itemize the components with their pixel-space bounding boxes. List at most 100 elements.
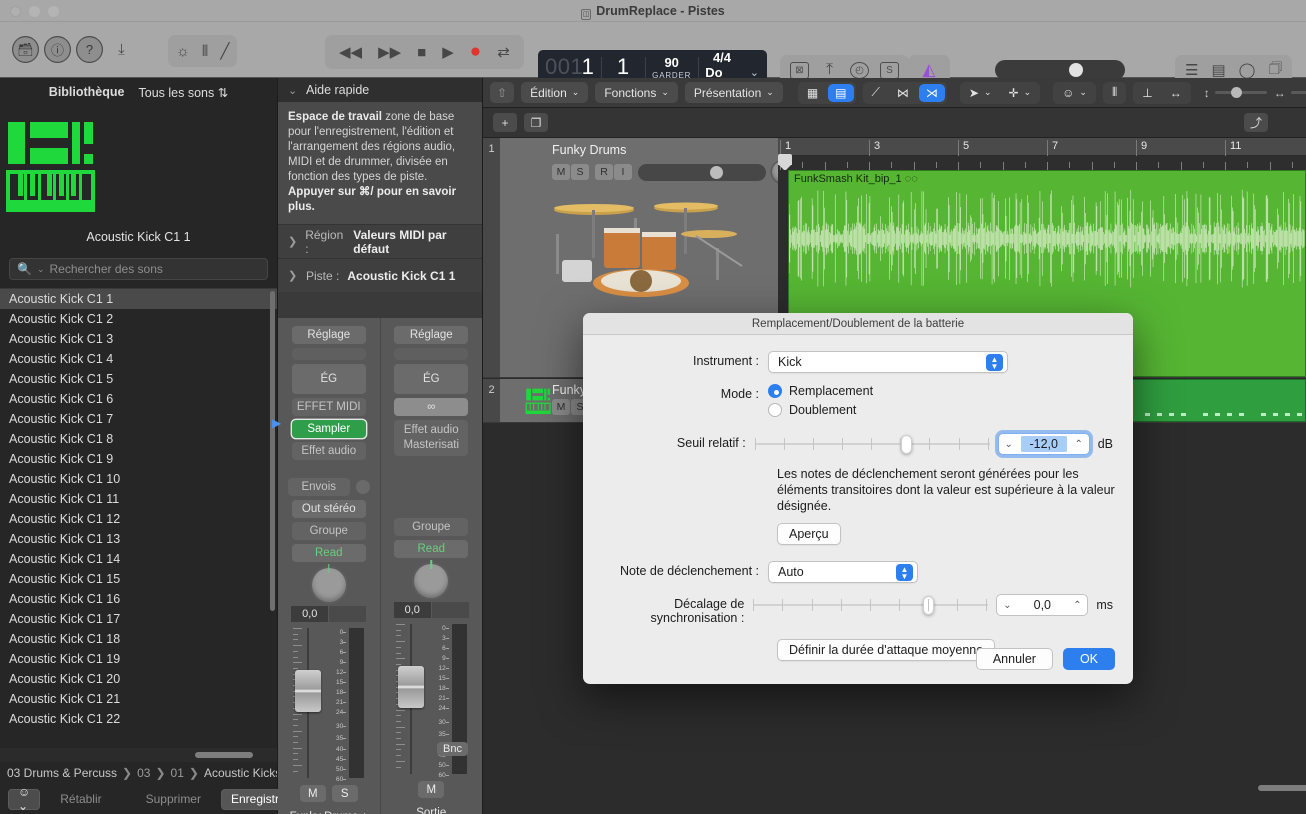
list-item[interactable]: Acoustic Kick C1 15: [0, 569, 277, 589]
slider-thumb[interactable]: [710, 165, 723, 179]
sync-offset-stepper[interactable]: ⌄ 0,0 ⌃: [996, 594, 1089, 616]
pan-knob[interactable]: [414, 564, 449, 598]
output-slot[interactable]: Out stéréo: [291, 500, 366, 518]
average-attack-button[interactable]: Définir la durée d'attaque moyenne: [777, 639, 996, 661]
automation-icon[interactable]: ⟋: [865, 84, 887, 102]
instrument-slot[interactable]: Sampler: [291, 420, 366, 438]
list-item[interactable]: Acoustic Kick C1 16: [0, 589, 277, 609]
master-volume-slider[interactable]: [995, 60, 1125, 80]
chevron-right-icon[interactable]: ❯: [288, 269, 298, 282]
mute-button[interactable]: M: [418, 781, 445, 798]
count-in-icon[interactable]: ⊠: [790, 61, 809, 79]
list-item[interactable]: Acoustic Kick C1 8: [0, 429, 277, 449]
slider-thumb[interactable]: [900, 435, 912, 454]
punch-icon[interactable]: ⤒: [820, 61, 839, 79]
sends-slot[interactable]: Envois: [287, 478, 350, 496]
list-item[interactable]: Acoustic Kick C1 21: [0, 689, 277, 709]
radio-icon[interactable]: [768, 384, 782, 398]
send-knob[interactable]: [355, 480, 370, 494]
cancel-button[interactable]: Annuler: [975, 648, 1053, 670]
list-item[interactable]: Acoustic Kick C1 4: [0, 349, 277, 369]
library-horizontal-scrollbar[interactable]: [0, 748, 277, 762]
zoom-horizontal-icon[interactable]: ↔: [1163, 84, 1189, 102]
chevron-updown-icon[interactable]: ▲ ▼: [896, 564, 913, 581]
snap-icon[interactable]: ⋊: [918, 83, 945, 102]
chevron-down-icon[interactable]: ⌄: [997, 600, 1017, 611]
list-item[interactable]: Acoustic Kick C1 7: [0, 409, 277, 429]
list-item[interactable]: Acoustic Kick C1 18: [0, 629, 277, 649]
automation-mode[interactable]: Read: [394, 540, 469, 558]
menu-fonctions[interactable]: Fonctions ⌄: [595, 82, 678, 103]
mute-button[interactable]: M: [552, 399, 570, 415]
navigate-up-button[interactable]: ⇧: [490, 82, 515, 103]
list-item[interactable]: Acoustic Kick C1 1: [0, 289, 277, 309]
mute-button[interactable]: M: [552, 164, 570, 180]
list-editors-icon[interactable]: ☰: [1185, 61, 1198, 79]
trigger-note-select[interactable]: Auto ▲ ▼: [768, 561, 918, 583]
pan-value[interactable]: 0,0: [291, 606, 329, 622]
delete-button[interactable]: Supprimer: [136, 789, 211, 810]
hscroll-thumb[interactable]: [1258, 785, 1306, 791]
chevron-down-icon[interactable]: ⌄: [999, 439, 1019, 450]
volume-fader[interactable]: [293, 628, 323, 778]
sync-offset-value[interactable]: 0,0: [1017, 598, 1067, 612]
fader-cap[interactable]: [295, 670, 322, 712]
solo-icon[interactable]: S: [880, 61, 899, 79]
tempo-icon[interactable]: ◴: [850, 61, 869, 79]
volume-fader[interactable]: [395, 624, 426, 774]
waveform-icon[interactable]: ⦀: [1105, 84, 1124, 102]
zoom-horizontal-slider[interactable]: ↔: [1274, 86, 1306, 100]
mixer-icon[interactable]: ⦀: [202, 43, 209, 60]
list-item[interactable]: Acoustic Kick C1 2: [0, 309, 277, 329]
breadcrumb-item[interactable]: Acoustic Kicks: [204, 766, 277, 780]
instrument-select[interactable]: Kick ▲ ▼: [768, 351, 1008, 373]
inspector-track-row[interactable]: ❯ Piste : Acoustic Kick C1 1: [278, 258, 482, 292]
editors-icon[interactable]: ╱: [220, 42, 229, 60]
breadcrumb-item[interactable]: 03 Drums & Percuss: [7, 766, 117, 780]
library-search-input[interactable]: 🔍 ⌄ Rechercher des sons: [9, 258, 268, 280]
toolbar-download-button[interactable]: ⤓: [108, 36, 135, 63]
list-item[interactable]: Acoustic Kick C1 9: [0, 449, 277, 469]
list-item[interactable]: Acoustic Kick C1 6: [0, 389, 277, 409]
track-name[interactable]: Funky Drums: [500, 138, 794, 157]
smart-controls-icon[interactable]: ☼: [176, 43, 190, 60]
list-item[interactable]: Acoustic Kick C1 3: [0, 329, 277, 349]
record-button[interactable]: R: [595, 164, 613, 180]
mode-option-doubling[interactable]: Doublement: [768, 403, 873, 417]
menu-edition[interactable]: Édition ⌄: [521, 82, 589, 103]
list-item[interactable]: Acoustic Kick C1 14: [0, 549, 277, 569]
list-item[interactable]: Acoustic Kick C1 11: [0, 489, 277, 509]
automation-mode[interactable]: Read: [291, 544, 366, 562]
forward-icon[interactable]: ▶▶: [378, 43, 401, 61]
rewind-icon[interactable]: ◀◀: [339, 43, 362, 61]
audio-fx-slot[interactable]: Effet audio: [291, 442, 366, 460]
threshold-value[interactable]: -12,0: [1020, 436, 1067, 452]
record-icon[interactable]: ●: [470, 41, 481, 63]
mode-option-replacement[interactable]: Remplacement: [768, 384, 873, 398]
stop-icon[interactable]: ■: [417, 44, 426, 61]
slider-thumb[interactable]: [1069, 63, 1083, 77]
list-item[interactable]: Acoustic Kick C1 20: [0, 669, 277, 689]
pan-knob[interactable]: [311, 568, 346, 602]
group-slot[interactable]: Groupe: [291, 522, 366, 540]
slider-thumb[interactable]: [1230, 87, 1242, 98]
library-options-button[interactable]: ☺ ⌄: [8, 785, 41, 813]
list-item[interactable]: Acoustic Kick C1 22: [0, 709, 277, 729]
list-item[interactable]: Acoustic Kick C1 23: [0, 729, 277, 730]
track-volume-slider[interactable]: [638, 163, 766, 181]
breadcrumb[interactable]: 03 Drums & Percuss❯03❯01❯Acoustic Kicks❯: [0, 762, 277, 784]
hscroll-thumb[interactable]: [195, 752, 253, 758]
eq-button[interactable]: ÉG: [394, 364, 469, 394]
list-view-icon[interactable]: ▤: [828, 83, 854, 102]
zoom-vertical-slider[interactable]: ↕: [1204, 86, 1267, 100]
play-icon[interactable]: ▶: [442, 43, 454, 61]
setting-button[interactable]: Réglage: [394, 326, 469, 344]
tracks-horizontal-scrollbar[interactable]: [778, 780, 1306, 796]
quick-help-header[interactable]: ⌄ Aide rapide: [278, 78, 482, 102]
duplicate-track-button[interactable]: ❐: [524, 113, 548, 132]
loop-browser-icon[interactable]: ◯: [1239, 61, 1256, 79]
midi-fx-slot[interactable]: EFFET MIDI: [291, 398, 366, 416]
solo-button[interactable]: S: [571, 164, 589, 180]
list-item[interactable]: Acoustic Kick C1 13: [0, 529, 277, 549]
inspector-button[interactable]: ⓘ: [44, 36, 71, 63]
